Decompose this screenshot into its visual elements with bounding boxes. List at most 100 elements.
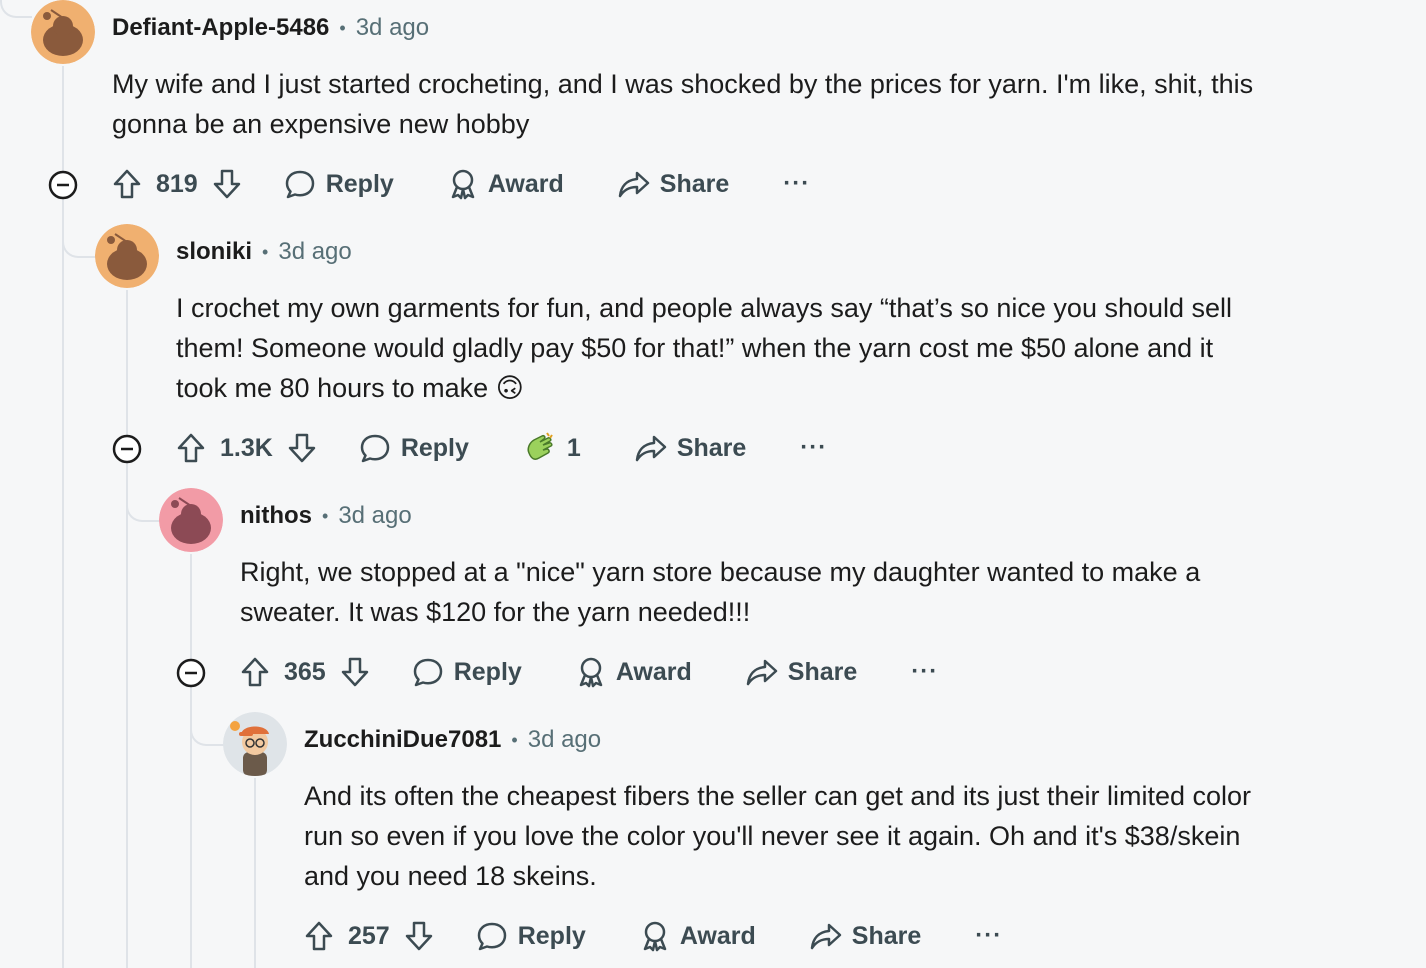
vote-count: 819 (156, 169, 198, 198)
comment-meta: sloniki • 3d ago (176, 237, 352, 267)
thread-elbow (190, 688, 226, 746)
upvote-button[interactable] (112, 168, 142, 200)
award-button[interactable]: 1 (523, 431, 581, 465)
award-button[interactable]: Award (640, 920, 756, 952)
thread-line-level-2 (190, 554, 192, 968)
award-count: 1 (566, 433, 581, 462)
thread-elbow (62, 200, 98, 258)
avatar[interactable] (95, 224, 159, 288)
timestamp[interactable]: 3d ago (528, 726, 601, 754)
thread-line-level-1 (126, 290, 128, 968)
comment-actions: 257 Reply Award Share ··· (304, 916, 1002, 956)
timestamp[interactable]: 3d ago (356, 14, 429, 42)
award-label: Award (615, 657, 692, 686)
comment-body: And its often the cheapest fibers the se… (304, 776, 1426, 896)
share-button[interactable]: Share (810, 921, 921, 951)
reply-button[interactable]: Reply (412, 656, 522, 688)
comment-line: gonna be an expensive new hobby (112, 109, 530, 139)
upvote-button[interactable] (240, 656, 270, 688)
reply-label: Reply (517, 921, 586, 950)
comment-actions: 819 Reply Award Share ··· (112, 164, 810, 204)
reply-button[interactable]: Reply (476, 920, 586, 952)
separator-dot: • (262, 241, 269, 262)
reply-label: Reply (400, 433, 469, 462)
share-icon (746, 659, 778, 686)
username[interactable]: sloniki (176, 238, 252, 266)
username[interactable]: ZucchiniDue7081 (304, 726, 501, 754)
award-button[interactable]: Award (576, 656, 692, 688)
collapse-thread-button[interactable] (48, 170, 78, 200)
comment-line: sweater. It was $120 for the yarn needed… (240, 597, 751, 627)
downvote-icon (213, 169, 240, 199)
upvote-icon (241, 657, 269, 687)
upside-down-face-emoji: 🙃 (495, 373, 524, 403)
share-icon (618, 171, 650, 198)
share-button[interactable]: Share (618, 169, 729, 199)
username[interactable]: Defiant-Apple-5486 (112, 14, 329, 42)
reply-icon (285, 170, 314, 199)
award-icon (579, 657, 603, 688)
comment-body: I crochet my own garments for fun, and p… (176, 288, 1426, 408)
comment-body: Right, we stopped at a "nice" yarn store… (240, 552, 1426, 632)
comment-body: My wife and I just started crocheting, a… (112, 64, 1362, 144)
more-options-button[interactable]: ··· (911, 658, 938, 686)
downvote-icon (288, 433, 316, 463)
timestamp[interactable]: 3d ago (338, 502, 411, 530)
upvote-button[interactable] (176, 432, 206, 464)
comment-line: run so even if you love the color you'll… (304, 821, 1241, 851)
reply-icon (360, 434, 390, 463)
comment-line: Right, we stopped at a "nice" yarn store… (240, 557, 1201, 587)
award-icon (451, 169, 475, 200)
award-label: Award (487, 169, 564, 198)
downvote-icon (341, 657, 368, 687)
more-options-button[interactable]: ··· (800, 434, 827, 462)
comment-line: My wife and I just started crocheting, a… (112, 69, 1254, 99)
award-clapping-icon (527, 432, 553, 460)
reply-icon (413, 658, 442, 687)
comment-meta: Defiant-Apple-5486 • 3d ago (112, 13, 429, 43)
share-button[interactable]: Share (635, 433, 746, 463)
downvote-button[interactable] (287, 432, 317, 464)
avatar[interactable] (223, 712, 287, 776)
comment-line: And its often the cheapest fibers the se… (304, 781, 1252, 811)
upvote-icon (305, 921, 333, 951)
comment-line: and you need 18 skeins. (304, 861, 597, 891)
reply-button[interactable]: Reply (284, 168, 394, 200)
reply-label: Reply (325, 169, 394, 198)
collapse-thread-button[interactable] (176, 658, 206, 688)
upvote-button[interactable] (304, 920, 334, 952)
vote-count: 257 (348, 921, 390, 950)
more-options-button[interactable]: ··· (975, 922, 1002, 950)
share-icon (810, 923, 842, 950)
thread-elbow (0, 0, 32, 18)
avatar[interactable] (159, 488, 223, 552)
reply-button[interactable]: Reply (359, 432, 469, 464)
downvote-icon (405, 921, 432, 951)
share-icon (635, 435, 667, 462)
vote-count: 365 (284, 657, 326, 686)
downvote-button[interactable] (340, 656, 370, 688)
thread-line-level-3 (254, 778, 256, 968)
avatar[interactable] (31, 0, 95, 64)
separator-dot: • (339, 17, 346, 38)
more-options-button[interactable]: ··· (783, 170, 810, 198)
collapse-thread-button[interactable] (112, 434, 142, 464)
vote-count: 1.3K (220, 433, 273, 462)
timestamp[interactable]: 3d ago (278, 238, 351, 266)
share-label: Share (851, 921, 922, 950)
award-button[interactable]: Award (448, 168, 564, 200)
separator-dot: • (322, 505, 329, 526)
comment-meta: ZucchiniDue7081 • 3d ago (304, 725, 601, 755)
comment-line: took me 80 hours to make (176, 373, 489, 403)
comment-line: I crochet my own garments for fun, and p… (176, 293, 1233, 323)
share-label: Share (787, 657, 858, 686)
downvote-button[interactable] (404, 920, 434, 952)
username[interactable]: nithos (240, 502, 312, 530)
award-icon (643, 921, 667, 952)
downvote-button[interactable] (212, 168, 242, 200)
share-button[interactable]: Share (746, 657, 857, 687)
reply-icon (477, 922, 506, 951)
comment-line: them! Someone would gladly pay $50 for t… (176, 333, 1214, 363)
thread-elbow (126, 464, 162, 522)
share-label: Share (659, 169, 730, 198)
